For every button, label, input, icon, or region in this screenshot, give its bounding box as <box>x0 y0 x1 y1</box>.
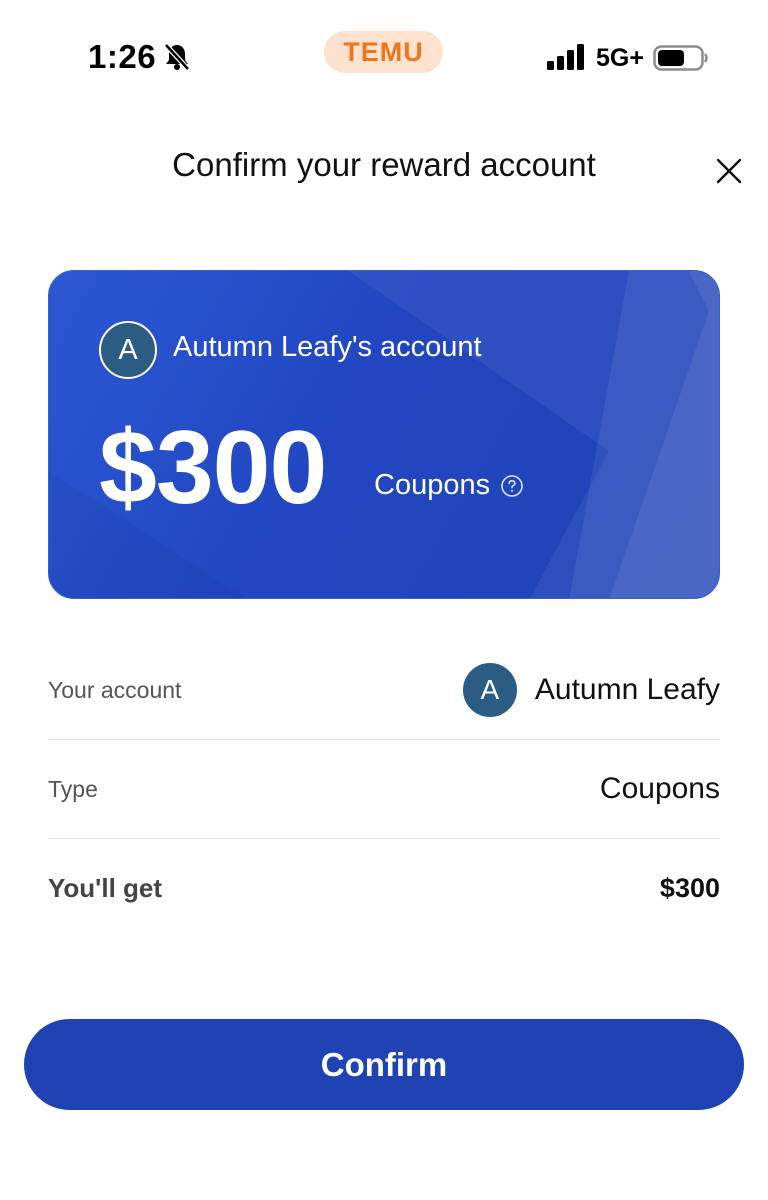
page: 1:26 TEMU 5G+ Confirm your reward accoun… <box>0 0 768 1200</box>
bell-slash-icon <box>164 43 190 71</box>
account-name: Autumn Leafy <box>534 673 720 706</box>
app-indicator-pill[interactable]: TEMU <box>324 31 443 73</box>
page-title: Confirm your reward account <box>172 146 596 183</box>
close-button[interactable] <box>708 150 750 192</box>
card-avatar: A <box>99 321 157 379</box>
question-circle-icon[interactable] <box>500 474 524 498</box>
card-account-name: Autumn Leafy's account <box>173 331 482 363</box>
account-value: A Autumn Leafy <box>462 663 720 717</box>
network-type: 5G+ <box>596 44 644 72</box>
get-label: You'll get <box>48 873 163 903</box>
card-type-label: Coupons <box>374 469 491 501</box>
avatar-letter: A <box>480 674 500 705</box>
type-label: Type <box>48 775 98 802</box>
reward-card: A Autumn Leafy's account $300 Coupons <box>48 270 720 599</box>
card-avatar-letter: A <box>118 333 138 366</box>
app-name: TEMU <box>343 36 424 67</box>
get-value: $300 <box>659 873 720 903</box>
avatar: A <box>462 663 517 717</box>
signal-icon <box>547 44 584 70</box>
get-row: You'll get $300 <box>48 839 720 938</box>
type-value: Coupons <box>599 772 720 805</box>
close-icon <box>716 158 742 184</box>
type-row: Type Coupons <box>48 740 720 839</box>
status-bar: 1:26 TEMU 5G+ <box>0 0 768 110</box>
confirm-button[interactable]: Confirm <box>24 1019 744 1110</box>
account-label: Your account <box>48 676 182 703</box>
account-row: Your account A Autumn Leafy <box>48 641 720 740</box>
status-time: 1:26 <box>88 38 157 75</box>
card-amount: $300 <box>99 410 327 526</box>
card-type: Coupons <box>374 469 524 502</box>
battery-icon <box>653 45 708 71</box>
